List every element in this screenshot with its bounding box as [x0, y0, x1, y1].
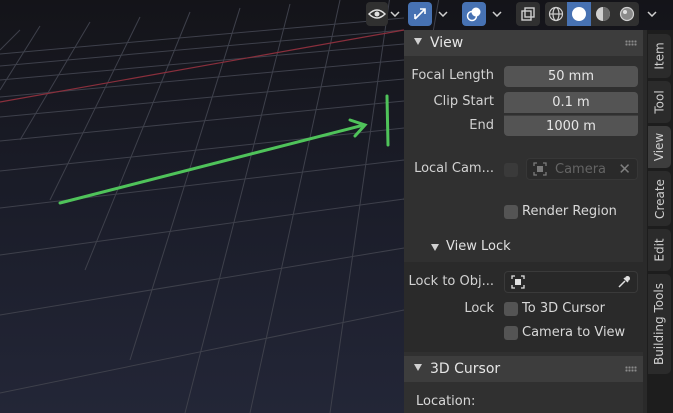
clip-end-field[interactable]: 1000 m — [504, 115, 638, 136]
clip-start-field[interactable]: 0.1 m — [504, 92, 638, 113]
eyedropper-icon[interactable] — [617, 275, 631, 289]
collapse-triangle-icon — [414, 38, 422, 45]
chevron-down-icon[interactable] — [386, 2, 404, 26]
tab-item[interactable]: Item — [648, 34, 671, 78]
focal-length-label: Focal Length — [411, 68, 494, 83]
tab-building-tools[interactable]: Building Tools — [648, 274, 671, 374]
tab-tool[interactable]: Tool — [648, 81, 671, 123]
solid-shading-icon[interactable] — [567, 2, 591, 26]
material-shading-icon[interactable] — [591, 2, 615, 26]
view-lock-body: Lock to Obj... Lock To 3D Cursor Camera … — [404, 262, 647, 352]
clear-icon[interactable]: ✕ — [618, 160, 631, 178]
rendered-shading-icon[interactable] — [615, 2, 639, 26]
tab-view[interactable]: View — [648, 126, 671, 168]
3d-cursor-panel-title: 3D Cursor — [430, 361, 501, 377]
view-lock-header[interactable]: View Lock — [404, 236, 647, 258]
local-camera-placeholder: Camera — [555, 162, 607, 177]
collapse-triangle-icon — [431, 244, 439, 251]
focal-length-field[interactable]: 50 mm — [504, 66, 638, 87]
drag-grip-icon[interactable] — [625, 40, 637, 46]
to-3d-cursor-checkbox[interactable] — [504, 302, 518, 316]
xray-toggle-icon[interactable] — [516, 2, 540, 26]
collapse-triangle-icon — [414, 364, 422, 371]
lock-label: Lock — [464, 301, 494, 316]
camera-to-view-checkbox[interactable] — [504, 326, 518, 340]
render-region-label: Render Region — [522, 204, 617, 219]
location-label: Location: — [416, 394, 476, 409]
view-panel-header[interactable]: View — [404, 30, 647, 56]
to-3d-cursor-label: To 3D Cursor — [522, 301, 605, 316]
sidebar-panel: View Focal Length 50 mm Clip Start 0.1 m… — [404, 30, 647, 413]
lock-to-object-label: Lock to Obj... — [408, 274, 494, 289]
view-panel-title: View — [430, 35, 464, 51]
clip-start-label: Clip Start — [433, 94, 494, 109]
render-region-checkbox[interactable] — [504, 205, 518, 219]
chevron-down-icon[interactable] — [488, 2, 506, 26]
sidebar-tabs: Item Tool View Create Edit Building Tool… — [647, 30, 673, 413]
clip-end-label: End — [469, 118, 494, 133]
camera-to-view-label: Camera to View — [522, 325, 626, 340]
local-camera-checkbox[interactable] — [504, 163, 518, 177]
drag-grip-icon[interactable] — [625, 366, 637, 372]
object-icon — [533, 162, 547, 176]
gizmo-arrows-icon[interactable] — [408, 2, 432, 26]
chevron-down-icon[interactable] — [643, 2, 661, 26]
view-lock-title: View Lock — [446, 239, 511, 254]
lock-to-object-field[interactable] — [504, 271, 638, 293]
tab-create[interactable]: Create — [648, 171, 671, 226]
visibility-eye-icon[interactable] — [366, 2, 388, 26]
chevron-down-icon[interactable] — [434, 2, 452, 26]
local-camera-field[interactable]: Camera ✕ — [526, 158, 638, 180]
wireframe-shading-icon[interactable] — [545, 2, 567, 26]
overlay-spheres-icon[interactable] — [462, 2, 486, 26]
3d-cursor-panel-header[interactable]: 3D Cursor — [404, 356, 647, 382]
object-icon — [511, 275, 525, 289]
local-camera-label: Local Cam... — [414, 161, 494, 176]
tab-edit[interactable]: Edit — [648, 229, 671, 271]
